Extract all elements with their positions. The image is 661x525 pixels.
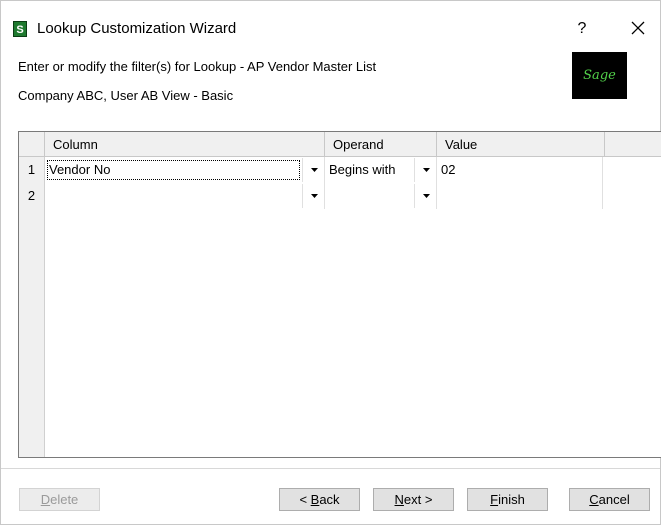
value-cell[interactable]: 02 — [437, 157, 603, 183]
chevron-down-icon — [311, 194, 318, 198]
sage-app-icon: S — [13, 21, 27, 37]
company-user-view: Company ABC, User AB View - Basic — [18, 88, 234, 103]
help-button[interactable]: ? — [571, 18, 593, 40]
value-cell-value: 02 — [441, 162, 456, 177]
table-row: 1 Vendor No Begins with 02 — [19, 157, 603, 183]
finish-label-accelerator: F — [490, 492, 499, 507]
cancel-label-accelerator: C — [589, 492, 599, 507]
operand-cell-value: Begins with — [329, 162, 396, 177]
title-bar: S Lookup Customization Wizard ? — [1, 1, 660, 37]
value-cell[interactable] — [437, 183, 603, 209]
operand-dropdown-button[interactable] — [414, 158, 436, 182]
close-button[interactable] — [627, 18, 649, 40]
delete-button[interactable]: Delete — [19, 488, 100, 511]
finish-label-rest: inish — [498, 492, 525, 507]
back-label-rest: ack — [319, 492, 340, 507]
next-label-rest: ext > — [403, 492, 433, 507]
finish-button[interactable]: Finish — [467, 488, 548, 511]
filter-grid: Column Operand Value 1 Vendor No Begins … — [18, 131, 661, 458]
cancel-button[interactable]: Cancel — [569, 488, 650, 511]
column-dropdown-button[interactable] — [302, 158, 324, 182]
column-cell[interactable]: Vendor No — [45, 157, 325, 183]
delete-label-rest: elete — [50, 492, 79, 507]
chevron-down-icon — [423, 168, 430, 172]
table-row: 2 — [19, 183, 603, 209]
corner-cell — [19, 132, 45, 157]
column-header-value[interactable]: Value — [437, 132, 605, 157]
grid-header: Column Operand Value — [19, 132, 661, 157]
column-cell-value: Vendor No — [49, 162, 111, 177]
column-cell[interactable] — [45, 183, 325, 209]
operand-dropdown-button[interactable] — [414, 184, 436, 208]
row-number: 2 — [19, 183, 45, 209]
operand-cell[interactable]: Begins with — [325, 157, 437, 183]
chevron-down-icon — [311, 168, 318, 172]
delete-label-accelerator: D — [40, 492, 51, 507]
close-icon — [631, 21, 645, 35]
column-header-column[interactable]: Column — [45, 132, 325, 157]
next-button[interactable]: Next > — [373, 488, 454, 511]
footer-separator — [1, 468, 660, 469]
back-label-prefix: < — [299, 492, 311, 507]
wizard-window: S Lookup Customization Wizard ? Enter or… — [0, 0, 661, 525]
back-button[interactable]: < Back — [279, 488, 360, 511]
row-number: 1 — [19, 157, 45, 183]
window-title: Lookup Customization Wizard — [37, 20, 237, 37]
filter-instructions: Enter or modify the filter(s) for Lookup… — [18, 59, 377, 74]
column-header-operand[interactable]: Operand — [325, 132, 437, 157]
chevron-down-icon — [423, 194, 430, 198]
sage-logo: Sage — [572, 52, 627, 99]
cancel-label-rest: ancel — [598, 492, 630, 507]
operand-cell[interactable] — [325, 183, 437, 209]
column-dropdown-button[interactable] — [302, 184, 324, 208]
next-label-accelerator: N — [394, 492, 404, 507]
